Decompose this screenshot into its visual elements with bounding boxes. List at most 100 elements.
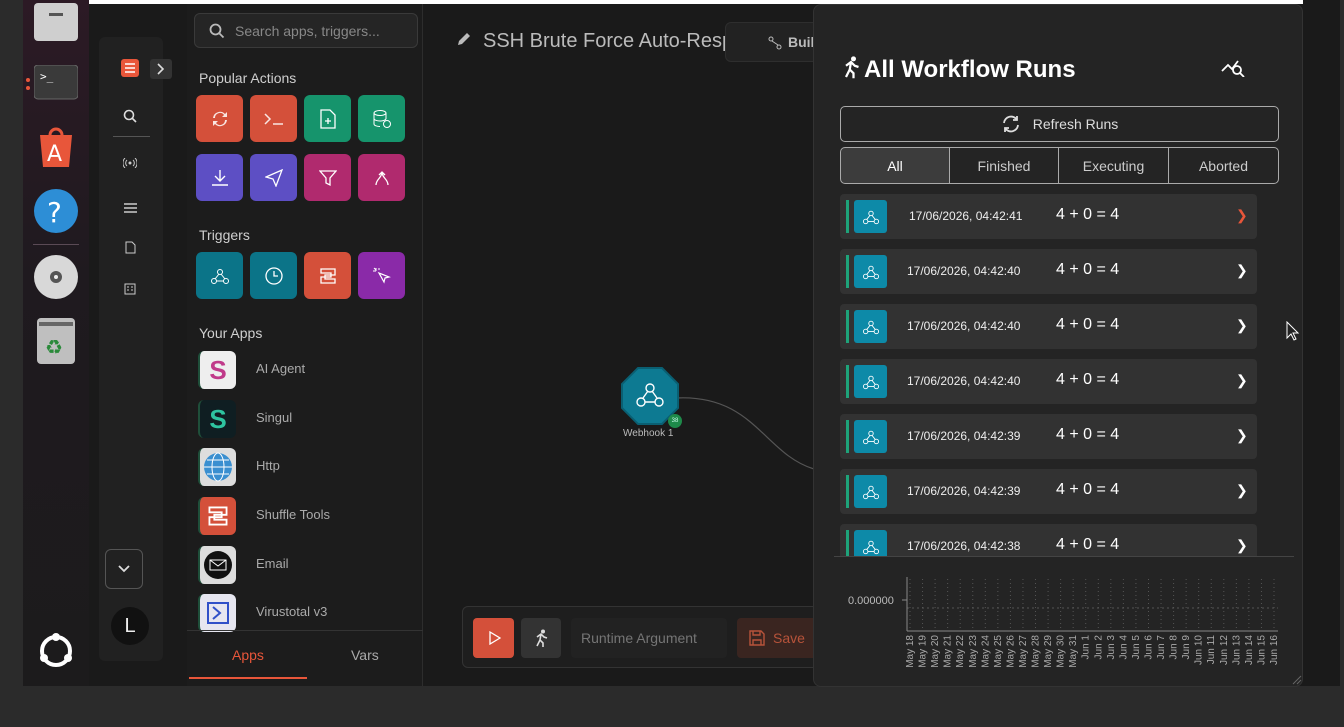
filter-action[interactable] [304,154,351,201]
chevron-right-icon: ❯ [1236,427,1248,443]
broadcast-icon[interactable] [121,154,139,172]
node-label: Webhook 1 [623,428,674,439]
edge-connector [675,397,814,470]
run-item[interactable]: 17/06/2026, 04:42:39 4 + 0 = 4 ❯ [840,469,1257,514]
app-item-ai-agent[interactable]: S AI Agent [194,349,416,391]
webhook-icon [854,255,887,288]
search-chart-icon[interactable] [1221,57,1245,77]
run-date: 17/06/2026, 04:42:39 [907,429,1021,443]
filter-executing[interactable]: Executing [1058,147,1169,184]
user-input-trigger[interactable] [358,252,405,299]
list-icon[interactable] [121,199,139,217]
trash-icon[interactable]: ♻ [33,318,79,364]
terminal-icon [263,112,283,125]
schedule-trigger[interactable] [250,252,297,299]
document-icon[interactable] [121,238,139,256]
panel-tabs: Apps Vars [187,630,423,686]
runs-list: 17/06/2026, 04:42:41 4 + 0 = 4 ❯ 17/06/2… [814,193,1302,557]
collapse-button[interactable] [105,549,143,589]
run-date: 17/06/2026, 04:42:40 [907,319,1021,333]
run-date: 17/06/2026, 04:42:40 [907,264,1021,278]
app-item-singul[interactable]: S Singul [194,398,416,440]
terminal-action[interactable] [250,95,297,142]
chart-x-tick: Jun 7 [1156,635,1167,660]
filter-finished[interactable]: Finished [949,147,1059,184]
execution-bar: Save [462,606,827,668]
runs-timeline-chart: 0.000000 May 18 May 19 May 20 May 21 May 22 M… [848,577,1280,668]
run-result: 4 + 0 = 4 [1056,481,1120,498]
webhook-node[interactable]: 38 [620,366,682,428]
run-item[interactable]: 17/06/2026, 04:42:41 4 + 0 = 4 ❯ [840,194,1257,239]
chart-x-tick: Jun 10 [1194,635,1205,665]
run-date: 17/06/2026, 04:42:38 [907,539,1021,553]
files-icon[interactable] [33,0,79,46]
chart-x-tick: Jun 5 [1131,635,1142,660]
tab-apps[interactable]: Apps [232,647,264,663]
building-icon[interactable] [121,280,139,298]
search-icon[interactable] [121,107,139,125]
app-item-email[interactable]: Email [194,544,416,586]
download-action[interactable] [196,154,243,201]
chart-x-tick: Jun 14 [1244,635,1255,665]
tab-apps-underline [189,677,307,679]
webhook-trigger[interactable] [196,252,243,299]
filter-aborted[interactable]: Aborted [1168,147,1279,184]
runtime-argument-input[interactable] [571,618,727,658]
shuffle-trigger[interactable] [304,252,351,299]
chart-x-tick: Jun 16 [1269,635,1280,665]
workflow-canvas[interactable]: SSH Brute Force Auto-Response Build 38 W… [424,4,827,686]
resize-handle-icon[interactable] [1292,675,1302,685]
merge-action[interactable] [358,154,405,201]
run-item[interactable]: 17/06/2026, 04:42:38 4 + 0 = 4 ❯ [840,524,1257,557]
running-indicator [26,86,30,90]
shuffle-icon [319,267,336,284]
disc-icon[interactable] [33,254,79,300]
chevron-right-icon: ❯ [1236,372,1248,388]
shuffle-logo-icon[interactable] [121,59,139,77]
file-action[interactable] [304,95,351,142]
database-action[interactable] [358,95,405,142]
chevron-right-icon: ❯ [1236,537,1248,553]
chart-x-tick: May 20 [930,635,941,668]
app-item-http[interactable]: Http [194,446,416,488]
save-icon [749,630,765,646]
refresh-icon [1002,115,1019,133]
chart-x-tick: Jun 8 [1169,635,1180,660]
send-action[interactable] [250,154,297,201]
terminal-icon[interactable]: >_ [33,60,79,106]
expand-chevron-icon[interactable] [150,59,172,79]
triggers-title: Triggers [199,227,250,243]
popular-actions-title: Popular Actions [199,70,297,86]
chart-x-tick: May 23 [968,635,979,668]
database-icon [373,109,391,128]
file-add-icon [319,108,336,129]
run-item[interactable]: 17/06/2026, 04:42:40 4 + 0 = 4 ❯ [840,249,1257,294]
running-person-icon [536,629,548,647]
sync-action[interactable] [196,95,243,142]
show-apps-icon[interactable] [33,628,79,674]
chevron-down-icon [118,565,130,573]
app-item-virustotal[interactable]: Virustotal v3 [194,592,416,634]
filter-all[interactable]: All [840,147,950,184]
help-icon[interactable]: ? [33,188,79,234]
avatar[interactable]: L [111,607,149,645]
search-input[interactable] [235,14,410,47]
runs-button[interactable] [521,618,561,658]
filter-icon [318,169,337,186]
run-result: 4 + 0 = 4 [1056,316,1120,333]
run-button[interactable] [473,618,514,658]
pointer-click-icon [372,267,391,284]
webhook-icon [854,365,887,398]
run-item[interactable]: 17/06/2026, 04:42:39 4 + 0 = 4 ❯ [840,414,1257,459]
app-item-shuffle-tools[interactable]: Shuffle Tools [194,495,416,537]
run-item[interactable]: 17/06/2026, 04:42:40 4 + 0 = 4 ❯ [840,304,1257,349]
run-item[interactable]: 17/06/2026, 04:42:40 4 + 0 = 4 ❯ [840,359,1257,404]
chart-x-tick: May 27 [1018,635,1029,668]
tab-vars[interactable]: Vars [351,647,379,663]
mini-sidebar: L [99,37,172,661]
refresh-runs-button[interactable]: Refresh Runs [840,106,1279,142]
run-result: 4 + 0 = 4 [1056,426,1120,443]
workflow-runs-panel: All Workflow Runs Refresh Runs All Finis… [813,4,1303,687]
app-center-icon[interactable]: A [33,124,79,170]
runs-title: All Workflow Runs [864,56,1076,83]
